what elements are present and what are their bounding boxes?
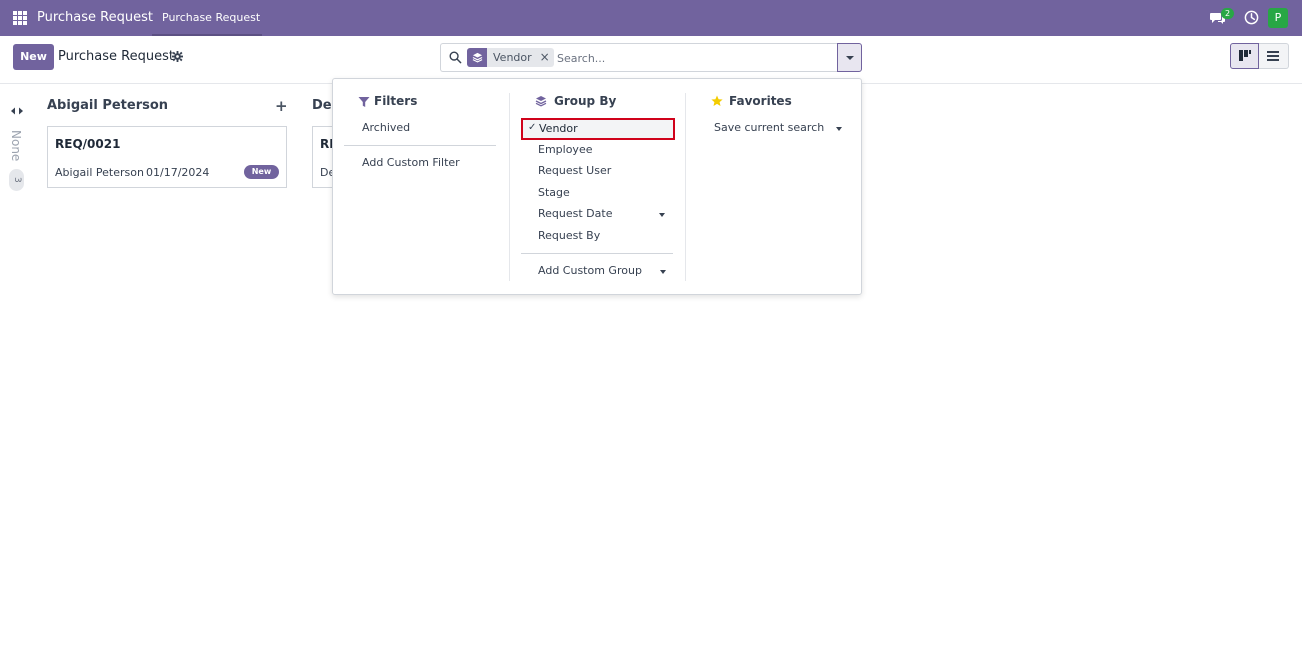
chat-badge: 2 xyxy=(1221,8,1234,19)
apps-grid-icon[interactable] xyxy=(13,11,27,25)
card-employee: Abigail Peterson xyxy=(55,166,144,179)
gear-icon[interactable] xyxy=(172,51,183,62)
plus-icon[interactable]: + xyxy=(275,97,288,115)
filters-section: Filters Archived Add Custom Filter xyxy=(333,79,509,296)
status-badge: New xyxy=(244,165,279,179)
favorites-title: Favorites xyxy=(729,94,792,108)
kanban-card[interactable]: REQ/0021 Abigail Peterson 01/17/2024 New xyxy=(47,126,287,188)
card-reference: REQ/0021 xyxy=(55,137,121,151)
group-by-stage[interactable]: Stage xyxy=(538,186,570,199)
kanban-view-button[interactable] xyxy=(1230,43,1259,69)
folded-column-label: None xyxy=(9,130,23,162)
group-by-request-by[interactable]: Request By xyxy=(538,229,600,242)
clock-icon[interactable] xyxy=(1244,10,1259,25)
search-panel-toggle[interactable] xyxy=(837,43,862,72)
list-icon xyxy=(1267,51,1279,61)
layers-icon xyxy=(535,96,547,107)
group-by-request-date[interactable]: Request Date xyxy=(538,207,612,220)
top-navbar: Purchase Request Purchase Request 2 P xyxy=(0,0,1302,36)
search-bar: Vendor × xyxy=(440,43,838,72)
add-custom-filter[interactable]: Add Custom Filter xyxy=(362,156,460,169)
folded-column-count: 3 xyxy=(9,169,24,191)
list-view-button[interactable] xyxy=(1259,43,1289,69)
group-by-vendor[interactable]: ✓ Vendor xyxy=(521,118,675,140)
kanban-icon xyxy=(1239,50,1251,61)
divider xyxy=(521,253,673,254)
search-facet-vendor: Vendor × xyxy=(467,48,554,67)
facet-label: Vendor xyxy=(493,51,532,64)
funnel-icon xyxy=(358,97,370,107)
caret-down-icon xyxy=(846,56,854,60)
divider xyxy=(344,145,496,146)
filters-title: Filters xyxy=(374,94,418,108)
group-by-employee[interactable]: Employee xyxy=(538,143,592,156)
save-current-search[interactable]: Save current search xyxy=(714,121,824,134)
app-brand[interactable]: Purchase Request xyxy=(37,10,153,25)
favorites-section: Favorites Save current search xyxy=(685,93,861,281)
control-panel: New Purchase Request Vendor × Search... xyxy=(0,36,1302,84)
expand-horizontal-icon[interactable] xyxy=(11,106,23,116)
column-title[interactable]: Abigail Peterson xyxy=(47,98,168,113)
group-by-title: Group By xyxy=(554,94,617,108)
user-avatar[interactable]: P xyxy=(1268,8,1288,28)
search-icon xyxy=(449,51,462,64)
group-by-request-user[interactable]: Request User xyxy=(538,164,611,177)
caret-down-icon[interactable] xyxy=(660,270,666,274)
caret-down-icon[interactable] xyxy=(836,127,842,131)
search-input[interactable] xyxy=(557,49,827,67)
menu-item-purchase-request[interactable]: Purchase Request xyxy=(162,11,260,24)
add-custom-group[interactable]: Add Custom Group xyxy=(538,264,642,277)
caret-down-icon[interactable] xyxy=(659,213,665,217)
filter-archived[interactable]: Archived xyxy=(362,121,410,134)
close-icon[interactable]: × xyxy=(538,48,552,67)
group-by-label: Vendor xyxy=(539,122,578,135)
page-title: Purchase Request xyxy=(58,49,174,64)
star-icon xyxy=(711,95,723,106)
new-button[interactable]: New xyxy=(13,44,54,70)
card-date: 01/17/2024 xyxy=(146,166,210,179)
layers-icon xyxy=(467,48,487,67)
search-panel-dropdown: Filters Archived Add Custom Filter Group… xyxy=(332,78,862,295)
group-by-section: Group By ✓ Vendor Employee Request User … xyxy=(509,93,685,281)
checkmark-icon: ✓ xyxy=(528,122,537,133)
